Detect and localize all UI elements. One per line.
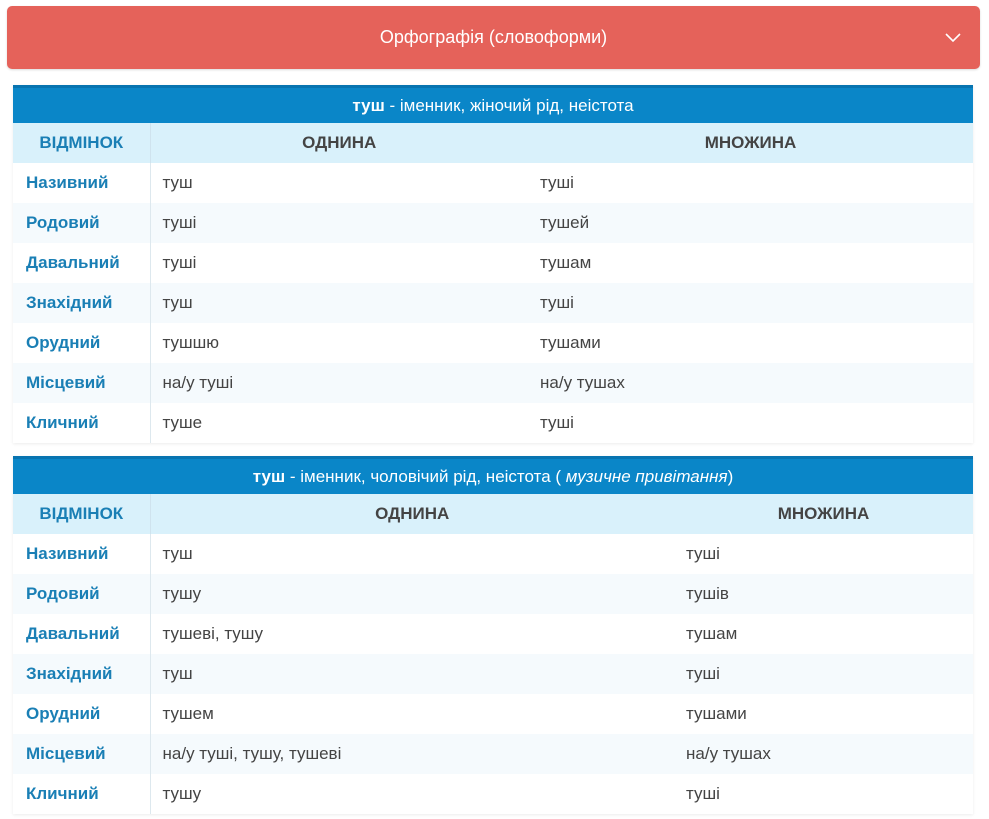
closing-paren: ) (727, 466, 734, 486)
singular-form: туш (150, 654, 674, 694)
table-row: Орудний тушем тушами (13, 694, 973, 734)
case-name: Знахідний (13, 283, 151, 323)
column-header-singular: ОДНИНА (150, 123, 528, 163)
table-row: Орудний тушшю тушами (13, 323, 973, 363)
table-row: Давальний туші тушам (13, 243, 973, 283)
table-row: Місцевий на/у туші, тушу, тушеві на/у ту… (13, 734, 973, 774)
case-name: Місцевий (13, 734, 151, 774)
plural-form: туші (528, 403, 973, 443)
case-name: Давальний (13, 243, 151, 283)
word-description: - іменник, чоловічий рід, неістота ( (285, 466, 566, 486)
plural-form: тушей (528, 203, 973, 243)
singular-form: на/у туші (150, 363, 528, 403)
plural-form: туші (528, 283, 973, 323)
plural-form: тушів (674, 574, 973, 614)
column-header-plural: МНОЖИНА (528, 123, 973, 163)
singular-form: тушшю (150, 323, 528, 363)
chevron-down-icon[interactable] (944, 28, 962, 46)
plural-form: туші (674, 534, 973, 574)
case-name: Кличний (13, 774, 151, 814)
meaning-note: музичне привітання (565, 466, 728, 486)
case-name: Орудний (13, 694, 151, 734)
plural-form: туші (674, 774, 973, 814)
spelling-accordion-header[interactable]: Орфографія (словоформи) (7, 6, 980, 69)
declension-table-masculine: туш - іменник, чоловічий рід, неістота (… (13, 456, 973, 814)
table-body: Називний туш туші Родовий туші тушей Дав… (13, 163, 973, 443)
table-row: Місцевий на/у туші на/у тушах (13, 363, 973, 403)
declension-table-feminine: туш - іменник, жіночий рід, неістота ВІД… (13, 85, 973, 443)
column-header-case: ВІДМІНОК (13, 123, 151, 163)
plural-form: туші (528, 163, 973, 203)
plural-form: тушами (528, 323, 973, 363)
accordion-title: Орфографія (словоформи) (379, 27, 608, 47)
table-row: Родовий тушу тушів (13, 574, 973, 614)
plural-form: на/у тушах (528, 363, 973, 403)
table-row: Кличний тушу туші (13, 774, 973, 814)
case-name: Кличний (13, 403, 151, 443)
plural-form: на/у тушах (674, 734, 973, 774)
singular-form: тушу (150, 574, 674, 614)
table-row: Знахідний туш туші (13, 283, 973, 323)
headword: туш (352, 95, 385, 115)
plural-form: тушам (528, 243, 973, 283)
singular-form: туш (150, 163, 528, 203)
singular-form: туш (150, 534, 674, 574)
table-row: Кличний туше туші (13, 403, 973, 443)
case-name: Знахідний (13, 654, 151, 694)
column-header-plural: МНОЖИНА (674, 494, 973, 534)
singular-form: на/у туші, тушу, тушеві (150, 734, 674, 774)
table-title: туш - іменник, чоловічий рід, неістота (… (13, 456, 973, 494)
singular-form: туші (150, 203, 528, 243)
case-name: Родовий (13, 574, 151, 614)
headword: туш (252, 466, 286, 486)
plural-form: тушам (674, 614, 973, 654)
singular-form: тушем (150, 694, 674, 734)
singular-form: туш (150, 283, 528, 323)
case-name: Орудний (13, 323, 151, 363)
case-name: Родовий (13, 203, 151, 243)
plural-form: тушами (674, 694, 973, 734)
case-name: Називний (13, 163, 151, 203)
table-title: туш - іменник, жіночий рід, неістота (13, 85, 973, 123)
table-row: Давальний тушеві, тушу тушам (13, 614, 973, 654)
singular-form: тушеві, тушу (150, 614, 674, 654)
word-description: - іменник, жіночий рід, неістота (384, 95, 634, 115)
table-row: Називний туш туші (13, 534, 973, 574)
column-header-case: ВІДМІНОК (13, 494, 151, 534)
singular-form: туше (150, 403, 528, 443)
table-row: Родовий туші тушей (13, 203, 973, 243)
singular-form: туші (150, 243, 528, 283)
case-name: Місцевий (13, 363, 151, 403)
case-name: Давальний (13, 614, 151, 654)
singular-form: тушу (150, 774, 674, 814)
table-row: Знахідний туш туші (13, 654, 973, 694)
case-name: Називний (13, 534, 151, 574)
table-row: Називний туш туші (13, 163, 973, 203)
table-body: Називний туш туші Родовий тушу тушів Дав… (13, 534, 973, 814)
plural-form: туші (674, 654, 973, 694)
column-header-singular: ОДНИНА (150, 494, 674, 534)
